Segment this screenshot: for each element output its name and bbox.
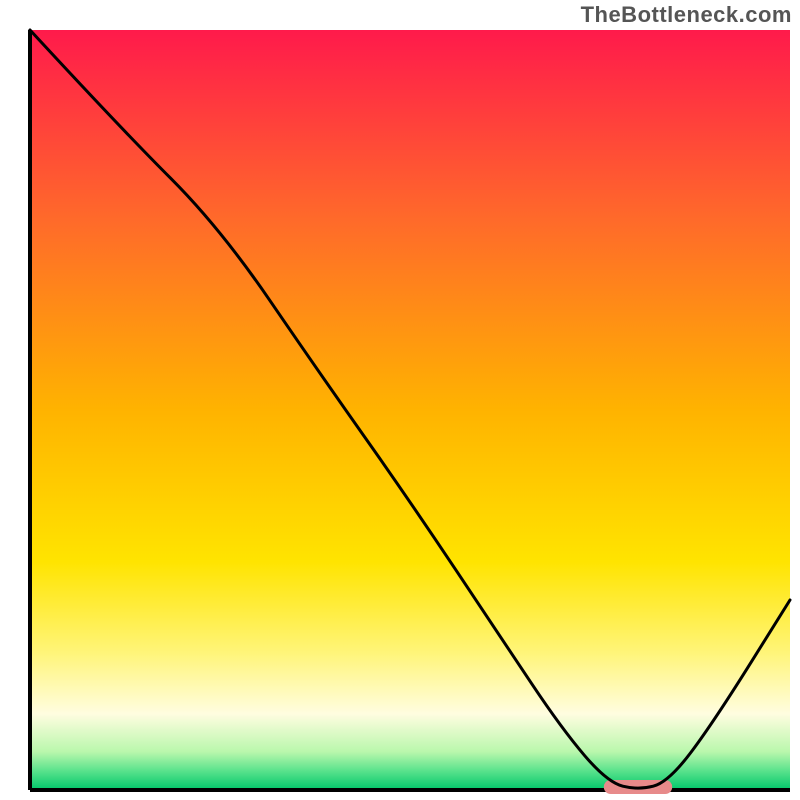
plot-background bbox=[30, 30, 790, 790]
chart-container: TheBottleneck.com bbox=[0, 0, 800, 800]
bottleneck-chart bbox=[0, 0, 800, 800]
